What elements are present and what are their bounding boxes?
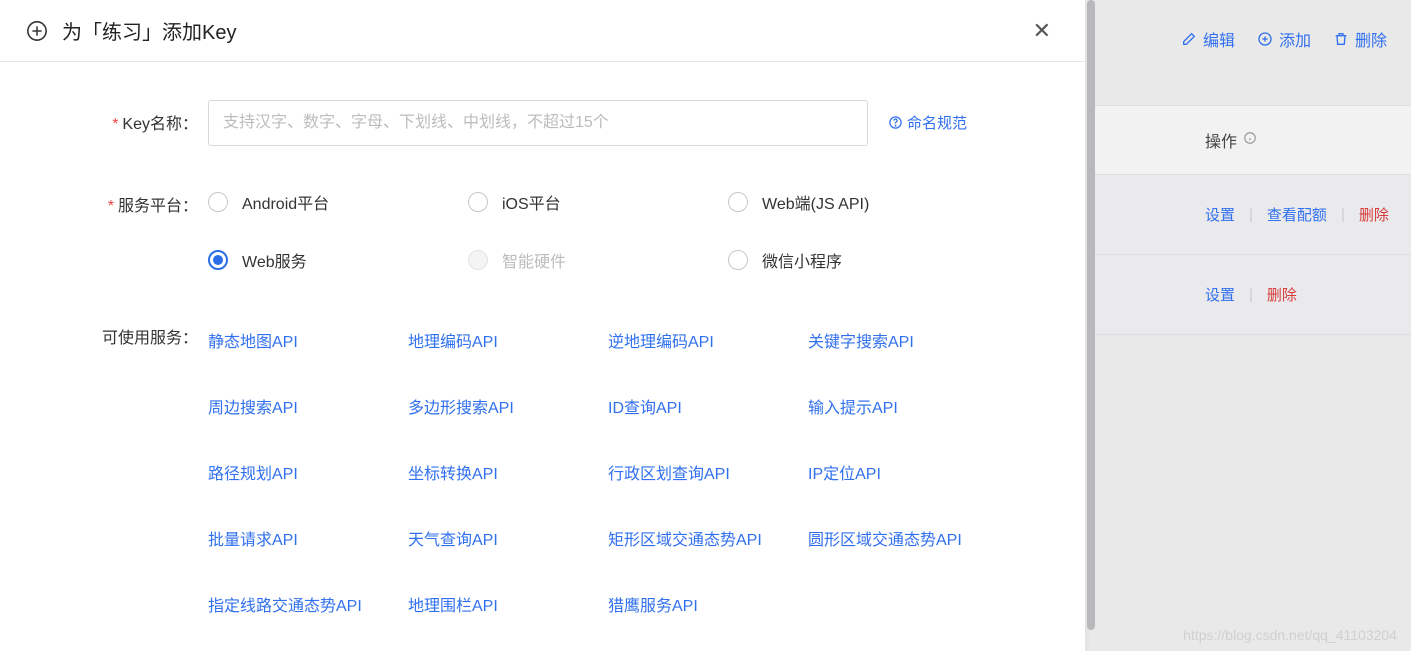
radio-icon xyxy=(728,250,748,270)
service-link[interactable]: 矩形区域交通态势API xyxy=(608,526,808,550)
service-link[interactable]: 坐标转换API xyxy=(408,460,608,484)
add-key-modal: 为「练习」添加Key ✕ *Key名称： 命名规范 *服务平台： Android… xyxy=(0,0,1085,651)
row-link-delete[interactable]: 删除 xyxy=(1267,284,1297,305)
radio-label: iOS平台 xyxy=(502,190,561,214)
radio-label: Web端(JS API) xyxy=(762,190,869,214)
naming-guide-link[interactable]: 命名规范 xyxy=(888,100,967,133)
watermark: https://blog.csdn.net/qq_41103204 xyxy=(1183,627,1397,643)
key-name-label: *Key名称： xyxy=(38,100,208,134)
service-link[interactable]: 地理围栏API xyxy=(408,592,608,616)
field-services: 可使用服务： 静态地图API地理编码API逆地理编码API关键字搜索API 周边搜… xyxy=(38,318,1047,616)
platform-radio[interactable]: iOS平台 xyxy=(468,190,728,214)
bg-delete-button[interactable]: 删除 xyxy=(1333,27,1387,51)
service-link[interactable]: 指定线路交通态势API xyxy=(208,592,408,616)
service-link[interactable]: 静态地图API xyxy=(208,328,408,352)
row-link-quota[interactable]: 查看配额 xyxy=(1267,204,1327,225)
services-label: 可使用服务： xyxy=(38,318,208,348)
trash-icon xyxy=(1333,31,1349,47)
service-link[interactable]: IP定位API xyxy=(808,460,1008,484)
platform-radio: 智能硬件 xyxy=(468,248,728,272)
field-key-name: *Key名称： 命名规范 xyxy=(38,100,1047,146)
modal-body: *Key名称： 命名规范 *服务平台： Android平台 iOS平台 Web端(J… xyxy=(0,62,1085,646)
service-link[interactable]: 周边搜索API xyxy=(208,394,408,418)
service-link[interactable]: ID查询API xyxy=(608,394,808,418)
radio-icon xyxy=(208,250,228,270)
bg-edit-button[interactable]: 编辑 xyxy=(1181,27,1235,51)
service-link[interactable]: 关键字搜索API xyxy=(808,328,1008,352)
radio-icon xyxy=(728,192,748,212)
modal-header: 为「练习」添加Key ✕ xyxy=(0,0,1085,62)
service-link[interactable]: 猎鹰服务API xyxy=(608,592,808,616)
radio-label: 微信小程序 xyxy=(762,248,842,272)
field-platform: *服务平台： Android平台 iOS平台 Web端(JS API) Web服务 智能… xyxy=(38,182,1047,272)
service-link[interactable]: 多边形搜索API xyxy=(408,394,608,418)
platform-radio[interactable]: Web端(JS API) xyxy=(728,190,988,214)
bg-table-header: 操作 xyxy=(1090,105,1411,175)
platform-radio[interactable]: 微信小程序 xyxy=(728,248,988,272)
platform-label: *服务平台： xyxy=(38,182,208,216)
service-link[interactable]: 输入提示API xyxy=(808,394,1008,418)
modal-title: 为「练习」添加Key xyxy=(62,16,236,45)
radio-icon xyxy=(468,250,488,270)
close-icon[interactable]: ✕ xyxy=(1033,18,1051,44)
key-name-input[interactable] xyxy=(208,100,868,146)
service-link[interactable]: 行政区划查询API xyxy=(608,460,808,484)
bg-topbar: 编辑 添加 删除 xyxy=(1181,0,1411,78)
plus-circle-icon xyxy=(26,20,48,42)
radio-icon xyxy=(468,192,488,212)
radio-icon xyxy=(208,192,228,212)
table-row: 设置 | 查看配额 | 删除 xyxy=(1090,175,1411,255)
service-link[interactable]: 圆形区域交通态势API xyxy=(808,526,1008,550)
plus-circle-icon xyxy=(1257,31,1273,47)
row-link-delete[interactable]: 删除 xyxy=(1359,204,1389,225)
radio-label: Web服务 xyxy=(242,248,307,272)
table-row: 设置 | 删除 xyxy=(1090,255,1411,335)
row-link-settings[interactable]: 设置 xyxy=(1205,204,1235,225)
service-link[interactable]: 路径规划API xyxy=(208,460,408,484)
platform-radio[interactable]: Web服务 xyxy=(208,248,468,272)
scrollbar[interactable] xyxy=(1087,0,1095,630)
edit-icon xyxy=(1181,31,1197,47)
service-link[interactable]: 逆地理编码API xyxy=(608,328,808,352)
service-link[interactable]: 批量请求API xyxy=(208,526,408,550)
radio-label: 智能硬件 xyxy=(502,248,566,272)
question-circle-icon xyxy=(888,115,903,130)
service-link[interactable]: 地理编码API xyxy=(408,328,608,352)
bg-add-button[interactable]: 添加 xyxy=(1257,27,1311,51)
service-link[interactable]: 天气查询API xyxy=(408,526,608,550)
radio-label: Android平台 xyxy=(242,190,329,214)
platform-radio[interactable]: Android平台 xyxy=(208,190,468,214)
info-icon xyxy=(1243,131,1257,150)
row-link-settings[interactable]: 设置 xyxy=(1205,284,1235,305)
